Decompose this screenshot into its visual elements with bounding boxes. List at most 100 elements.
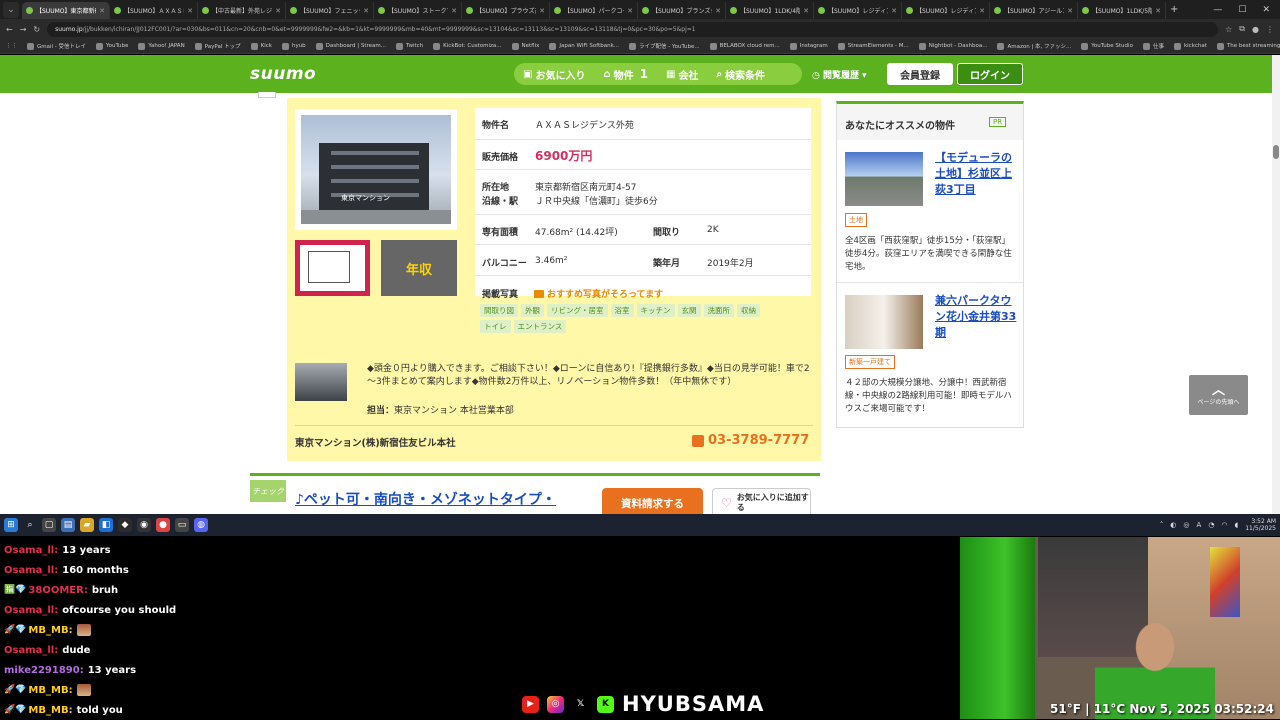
- bookmark-item[interactable]: Gmail - 受信トレイ: [27, 42, 86, 50]
- bookmark-item[interactable]: StreamElements - M...: [837, 42, 909, 50]
- bookmark-item[interactable]: kickchat: [1173, 42, 1207, 50]
- browser-tab[interactable]: 【SUUMO】パークコート...✕: [550, 2, 638, 19]
- request-docs-button[interactable]: 資料請求する: [602, 488, 703, 514]
- nav-favorites[interactable]: ▣ お気に入り: [514, 67, 594, 82]
- phone-number[interactable]: 03-3789-7777: [692, 433, 809, 448]
- bookmark-item[interactable]: YouTube Studio: [1081, 42, 1133, 50]
- back-icon[interactable]: ←: [6, 25, 13, 34]
- bookmark-item[interactable]: Dashboard | Stream...: [315, 42, 386, 50]
- close-tab-icon[interactable]: ✕: [187, 7, 193, 15]
- close-tab-icon[interactable]: ✕: [539, 7, 545, 15]
- photo-tag[interactable]: キッチン: [636, 304, 675, 317]
- recommendation-title[interactable]: 兼六パークタウン花小金井第33期: [935, 293, 1021, 341]
- login-button[interactable]: ログイン: [957, 63, 1023, 85]
- reload-icon[interactable]: ↻: [33, 25, 40, 34]
- browser-tab[interactable]: 【SUUMO】プラウズ吉祥...✕: [462, 2, 550, 19]
- floorplan-thumbnail[interactable]: [295, 240, 370, 296]
- recommendation-photo[interactable]: [845, 295, 923, 349]
- photo-tag[interactable]: トイレ: [480, 320, 511, 333]
- forward-icon[interactable]: →: [20, 25, 27, 34]
- close-tab-icon[interactable]: ✕: [715, 7, 721, 15]
- app-icon[interactable]: ◆: [118, 518, 132, 532]
- volume-icon[interactable]: ◖: [1235, 521, 1239, 529]
- new-tab-button[interactable]: +: [1170, 4, 1178, 15]
- browser-tab[interactable]: 【中古最新】外苑レジデ...✕: [198, 2, 286, 19]
- photo-tag[interactable]: 洗面所: [703, 304, 734, 317]
- file-explorer-icon[interactable]: ▰: [80, 518, 94, 532]
- extensions-icon[interactable]: ⧉: [1239, 24, 1245, 34]
- network-icon[interactable]: ◔: [1208, 521, 1214, 529]
- browser-tab[interactable]: 【SUUMO】東京都新宿...✕: [22, 2, 110, 19]
- discord-icon[interactable]: ◍: [194, 518, 208, 532]
- bookmark-item[interactable]: 仕事: [1142, 42, 1164, 50]
- scroll-thumb[interactable]: [1273, 145, 1279, 159]
- store-icon[interactable]: ◧: [99, 518, 113, 532]
- close-tab-icon[interactable]: ✕: [451, 7, 457, 15]
- browser-tab[interactable]: 【SUUMO】アジールコート...✕: [990, 2, 1078, 19]
- bookmark-item[interactable]: YouTube: [96, 42, 128, 50]
- close-tab-icon[interactable]: ✕: [803, 7, 809, 15]
- browser-tab[interactable]: 【SUUMO】1LDK/4階...✕: [726, 2, 814, 19]
- apps-icon[interactable]: ⋮⋮: [6, 43, 17, 49]
- close-tab-icon[interactable]: ✕: [891, 7, 897, 15]
- photo-tag[interactable]: 玄関: [677, 304, 701, 317]
- browser-tab[interactable]: 【SUUMO】レジディア中...✕: [902, 2, 990, 19]
- bookmark-item[interactable]: Japan WiFi Softbank...: [549, 42, 619, 50]
- maximize-icon[interactable]: ☐: [1238, 5, 1246, 15]
- chevron-up-icon[interactable]: ˄: [1160, 521, 1164, 529]
- bookmark-item[interactable]: Nightbot - Dashboa...: [918, 42, 987, 50]
- close-tab-icon[interactable]: ✕: [363, 7, 369, 15]
- bookmark-item[interactable]: Instagram: [789, 42, 828, 50]
- bookmark-item[interactable]: BELABOX cloud rem...: [709, 42, 780, 50]
- close-tab-icon[interactable]: ✕: [627, 7, 633, 15]
- bookmark-item[interactable]: PayPal トップ: [194, 42, 241, 50]
- company-name[interactable]: 東京マンション(株)新宿住友ビル本社: [295, 435, 456, 449]
- nav-properties[interactable]: ⌂ 物件 1: [594, 67, 657, 82]
- bookmark-item[interactable]: The best streaming...: [1216, 42, 1280, 50]
- building-photo[interactable]: 東京マンション: [295, 109, 457, 230]
- nav-companies[interactable]: ▦ 会社: [657, 67, 707, 82]
- url-input[interactable]: suumo.jp/jj/bukken/ichiran/JJ012FC001/?a…: [47, 21, 1219, 37]
- recommendation-photo[interactable]: [845, 152, 923, 206]
- bookmark-item[interactable]: Amazon | 本, ファッシ...: [997, 42, 1071, 50]
- bookmark-item[interactable]: Netflix: [511, 42, 539, 50]
- profile-avatar[interactable]: ●: [1252, 25, 1259, 34]
- bookmark-item[interactable]: Twitch: [396, 42, 423, 50]
- check-tag[interactable]: チェック: [250, 480, 286, 502]
- close-tab-icon[interactable]: ✕: [1155, 7, 1161, 15]
- wifi-icon[interactable]: ◠: [1221, 521, 1227, 529]
- browser-tab[interactable]: 【SUUMO】1LDK/5階...✕: [1078, 2, 1166, 19]
- chrome-icon[interactable]: ●: [156, 518, 170, 532]
- bookmark-item[interactable]: KickBot: Customiza...: [433, 42, 502, 50]
- history-menu[interactable]: ◷ 閲覧履歴 ▾: [812, 68, 867, 81]
- taskbar-clock[interactable]: 3:52 AM 11/5/2025: [1245, 518, 1276, 532]
- widgets-icon[interactable]: ▤: [61, 518, 75, 532]
- promo-thumbnail[interactable]: 年収: [381, 240, 457, 296]
- terminal-icon[interactable]: ▭: [175, 518, 189, 532]
- bookmark-item[interactable]: ライブ配信 - YouTube...: [629, 42, 700, 50]
- bookmark-item[interactable]: hyub: [281, 42, 306, 50]
- app-tray-icon[interactable]: ◎: [1183, 521, 1189, 529]
- member-register-button[interactable]: 会員登録: [887, 63, 953, 85]
- photo-tag[interactable]: 間取り図: [480, 304, 518, 317]
- menu-dots-icon[interactable]: ⋮: [1266, 25, 1274, 34]
- photo-tag[interactable]: 収納: [737, 304, 760, 317]
- page-top-button[interactable]: ︿ ページの先頭へ: [1189, 375, 1248, 415]
- add-favorite-button[interactable]: ♡ お気に入りに追加する: [712, 488, 811, 514]
- close-tab-icon[interactable]: ✕: [275, 7, 281, 15]
- photos-note[interactable]: おすすめ写真がそろってます: [534, 287, 663, 300]
- search-icon[interactable]: ⌕: [23, 518, 37, 532]
- tab-search-button[interactable]: ⌄: [3, 1, 19, 18]
- close-tab-icon[interactable]: ✕: [1067, 7, 1073, 15]
- task-view-icon[interactable]: ▢: [42, 518, 56, 532]
- suumo-logo[interactable]: suumo: [250, 64, 316, 84]
- language-icon[interactable]: A: [1197, 521, 1202, 529]
- browser-tab[interactable]: 【SUUMO】ブランズタワー...✕: [638, 2, 726, 19]
- bookmark-item[interactable]: Kick: [250, 42, 272, 50]
- photo-tag[interactable]: 外観: [521, 304, 544, 317]
- photo-tag[interactable]: リビング・居室: [547, 304, 608, 317]
- close-window-icon[interactable]: ✕: [1262, 5, 1270, 15]
- browser-tab[interactable]: 【SUUMO】ストークマン...✕: [374, 2, 462, 19]
- close-tab-icon[interactable]: ✕: [979, 7, 985, 15]
- recommendation-title[interactable]: 【モデューラの土地】杉並区上荻3丁目: [935, 150, 1021, 198]
